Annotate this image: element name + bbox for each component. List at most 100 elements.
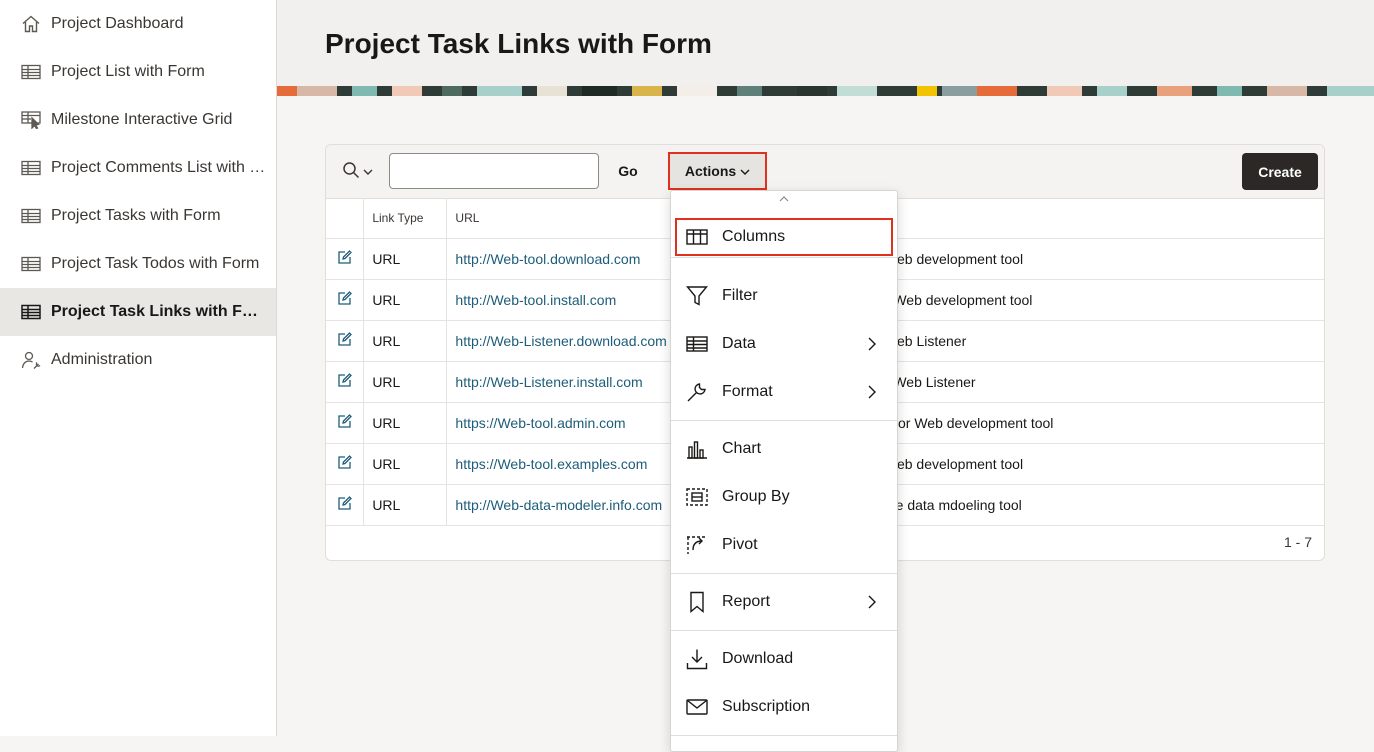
menu-item-pivot[interactable]: Pivot [671,521,897,569]
sidebar-item-project-tasks-with-form[interactable]: Project Tasks with Form [0,192,276,240]
menu-item-label: Subscription [722,698,811,715]
menu-item-label: Chart [722,440,762,457]
sidebar-item-project-dashboard[interactable]: Project Dashboard [0,0,276,48]
link-type-cell: URL [363,443,448,485]
sidebar-item-label: Project List with Form [51,63,205,80]
url-link[interactable]: https://Web-tool.admin.com [455,415,625,431]
menu-item-report[interactable]: Report [671,578,897,626]
link-type-cell: URL [363,361,448,403]
pivot-icon [685,533,709,557]
home-icon [20,13,42,35]
menu-item-label: Columns [722,228,786,245]
menu-item-format[interactable]: Format [671,368,897,416]
menu-item-label: Pivot [722,536,758,553]
chevron-up-icon [777,192,791,206]
column-header-link-type[interactable]: Link Type [363,198,448,239]
edit-icon[interactable] [337,414,353,432]
edit-icon[interactable] [337,291,353,309]
link-type-cell: URL [363,402,448,444]
url-link[interactable]: http://Web-tool.download.com [455,251,640,267]
menu-item-chart[interactable]: Chart [671,425,897,473]
link-type-cell: URL [363,320,448,362]
url-link[interactable]: http://Web-Listener.install.com [455,374,642,390]
edit-icon[interactable] [337,332,353,350]
menu-item-label: Data [722,335,756,352]
sidebar-item-label: Project Task Todos with Form [51,255,260,272]
menu-divider [671,630,897,631]
bookmark-icon [685,590,709,614]
chevron-down-icon [740,163,750,179]
menu-divider [671,257,897,258]
actions-button[interactable]: Actions [668,152,767,190]
search-column-toggle[interactable] [342,161,378,183]
menu-item-columns[interactable]: Columns [675,218,893,256]
table-icon [20,253,42,275]
edit-icon[interactable] [337,455,353,473]
columns-icon [685,225,709,249]
chevron-right-icon [867,594,877,610]
search-icon [342,161,360,184]
sidebar: Project Dashboard Project List with Form… [0,0,277,736]
actions-label: Actions [684,163,737,179]
pagination-range: 1 - 7 [1283,534,1312,550]
group-by-icon [685,485,709,509]
sidebar-item-project-task-todos-with-form[interactable]: Project Task Todos with Form [0,240,276,288]
go-button[interactable]: Go [611,153,645,189]
sidebar-item-administration[interactable]: Administration [0,336,276,384]
sidebar-item-label: Project Task Links with Form [51,303,266,320]
grid-cursor-icon [20,109,42,131]
url-link[interactable]: http://Web-tool.install.com [455,292,616,308]
download-icon [685,647,709,671]
menu-item-data[interactable]: Data [671,320,897,368]
page-title: Project Task Links with Form [325,28,712,59]
bar-chart-icon [685,437,709,461]
column-header-url[interactable]: URL [446,198,684,239]
menu-item-group-by[interactable]: Group By [671,473,897,521]
edit-icon[interactable] [337,496,353,514]
url-link[interactable]: http://Web-Listener.download.com [455,333,666,349]
edit-icon[interactable] [337,250,353,268]
link-type-cell: URL [363,238,448,280]
sidebar-item-label: Project Dashboard [51,15,184,32]
sidebar-item-label: Project Comments List with Form [51,159,266,176]
table-icon [20,205,42,227]
url-link[interactable]: http://Web-data-modeler.info.com [455,497,662,513]
menu-item-label: Report [722,593,771,610]
url-link[interactable]: https://Web-tool.examples.com [455,456,647,472]
menu-divider [671,573,897,574]
envelope-icon [685,695,709,719]
page-header: Project Task Links with Form [277,0,1374,96]
menu-item-label: Download [722,650,794,667]
sidebar-item-project-comments-list-with-form[interactable]: Project Comments List with Form [0,144,276,192]
sidebar-item-project-list-with-form[interactable]: Project List with Form [0,48,276,96]
column-header-edit[interactable] [326,198,365,239]
table-icon [20,301,42,323]
chevron-right-icon [867,336,877,352]
table-icon [20,61,42,83]
create-button[interactable]: Create [1242,153,1318,190]
actions-menu: Columns Filter Data Format Chart Group B… [670,190,898,752]
menu-item-subscription[interactable]: Subscription [671,683,897,731]
sidebar-item-milestone-interactive-grid[interactable]: Milestone Interactive Grid [0,96,276,144]
sidebar-item-project-task-links-with-form[interactable]: Project Task Links with Form [0,288,276,336]
sidebar-item-label: Project Tasks with Form [51,207,221,224]
menu-item-label: Group By [722,488,790,505]
user-wrench-icon [20,349,42,371]
decorative-banner [277,86,1374,96]
filter-icon [685,284,709,308]
link-type-cell: URL [363,279,448,321]
search-input[interactable] [389,153,599,189]
sidebar-item-label: Milestone Interactive Grid [51,111,233,128]
link-type-cell: URL [363,484,448,526]
sidebar-item-label: Administration [51,351,153,368]
chevron-down-icon [363,163,373,181]
menu-divider [671,420,897,421]
menu-item-download[interactable]: Download [671,635,897,683]
edit-icon[interactable] [337,373,353,391]
chevron-right-icon [867,384,877,400]
table-icon [20,157,42,179]
menu-item-label: Filter [722,287,758,304]
wrench-icon [685,380,709,404]
menu-item-filter[interactable]: Filter [671,272,897,320]
menu-item-label: Format [722,383,773,400]
